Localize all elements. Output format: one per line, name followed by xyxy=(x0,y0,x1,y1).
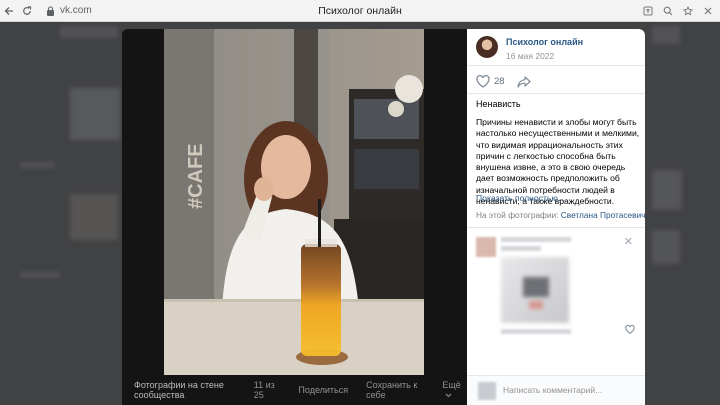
bg-feed-block xyxy=(652,170,682,210)
avatar[interactable] xyxy=(476,36,498,58)
author-info: Психолог онлайн 16 мая 2022 xyxy=(506,36,583,62)
heart-icon[interactable] xyxy=(476,75,490,88)
divider xyxy=(467,93,645,94)
comment-composer: Написать комментарий... xyxy=(467,375,645,405)
like-count: 28 xyxy=(494,76,505,87)
comment-image[interactable] xyxy=(501,257,569,323)
post-title: Ненависть xyxy=(476,99,521,109)
url-text: vk.com xyxy=(60,5,92,16)
divider xyxy=(467,65,645,66)
post-date[interactable]: 16 мая 2022 xyxy=(506,50,583,62)
translate-icon[interactable] xyxy=(642,5,654,17)
bg-feed-block xyxy=(70,88,120,140)
bg-feed-block xyxy=(70,194,118,240)
bg-feed-block xyxy=(60,26,118,38)
bg-feed-block xyxy=(652,26,680,44)
author-name[interactable]: Психолог онлайн xyxy=(506,36,583,48)
commenter-avatar[interactable] xyxy=(476,237,496,257)
reload-icon xyxy=(23,5,32,15)
tagged-label: На этой фотографии: xyxy=(476,210,559,220)
share-arrow-icon[interactable] xyxy=(516,75,531,88)
post-panel: Психолог онлайн 16 мая 2022 28 Ненависть… xyxy=(467,29,645,405)
divider xyxy=(467,227,645,228)
photo-footer: Фотографии на стене сообщества 11 из 25 … xyxy=(122,375,467,405)
bg-feed-block xyxy=(652,230,680,264)
tagged-people: На этой фотографии: Светлана Протасевич xyxy=(476,210,645,220)
show-more-link[interactable]: Показать полностью… xyxy=(476,193,566,203)
close-icon[interactable]: ✕ xyxy=(624,235,633,248)
tagged-person-link[interactable]: Светлана Протасевич xyxy=(561,210,645,220)
browser-tools xyxy=(642,0,714,22)
address-bar[interactable]: vk.com xyxy=(40,3,98,19)
comment-like-icon[interactable] xyxy=(625,325,635,334)
browser-toolbar: vk.com Психолог онлайн xyxy=(0,0,720,22)
share-button[interactable]: Поделиться xyxy=(298,385,348,395)
save-button[interactable]: Сохранить к себе xyxy=(366,380,424,400)
bookmark-star-icon[interactable] xyxy=(682,5,694,17)
zoom-icon[interactable] xyxy=(662,5,674,17)
comment-meta-blurred xyxy=(501,329,571,334)
arrow-left-icon xyxy=(4,6,13,15)
svg-text:#CAFE: #CAFE xyxy=(185,143,207,209)
close-tab-icon[interactable] xyxy=(702,5,714,17)
comment-author-blurred xyxy=(501,237,597,255)
bg-feed-block xyxy=(20,162,54,168)
lock-icon xyxy=(47,5,54,16)
photo-viewer: #CAFE Фотографии на стене сообщества 11 … xyxy=(122,29,645,405)
comment-input[interactable]: Написать комментарий... xyxy=(503,385,602,395)
more-label: Ещё xyxy=(442,380,461,390)
reactions-bar: 28 xyxy=(476,75,531,88)
photo-area: #CAFE Фотографии на стене сообщества 11 … xyxy=(122,29,467,405)
window-title: Психолог онлайн xyxy=(318,5,402,17)
bg-feed-block xyxy=(20,272,60,278)
reload-button[interactable] xyxy=(18,2,36,20)
post-photo[interactable]: #CAFE xyxy=(164,29,424,375)
album-link[interactable]: Фотографии на стене сообщества xyxy=(134,380,248,400)
photo-counter: 11 из 25 xyxy=(253,380,275,400)
comment-item: ✕ xyxy=(467,233,645,337)
avatar xyxy=(478,382,496,400)
post-author: Психолог онлайн 16 мая 2022 xyxy=(476,36,583,62)
more-button[interactable]: Ещё xyxy=(442,380,467,400)
chevron-down-icon xyxy=(445,393,452,398)
back-button[interactable] xyxy=(0,2,18,20)
photo-image: #CAFE xyxy=(164,29,424,375)
